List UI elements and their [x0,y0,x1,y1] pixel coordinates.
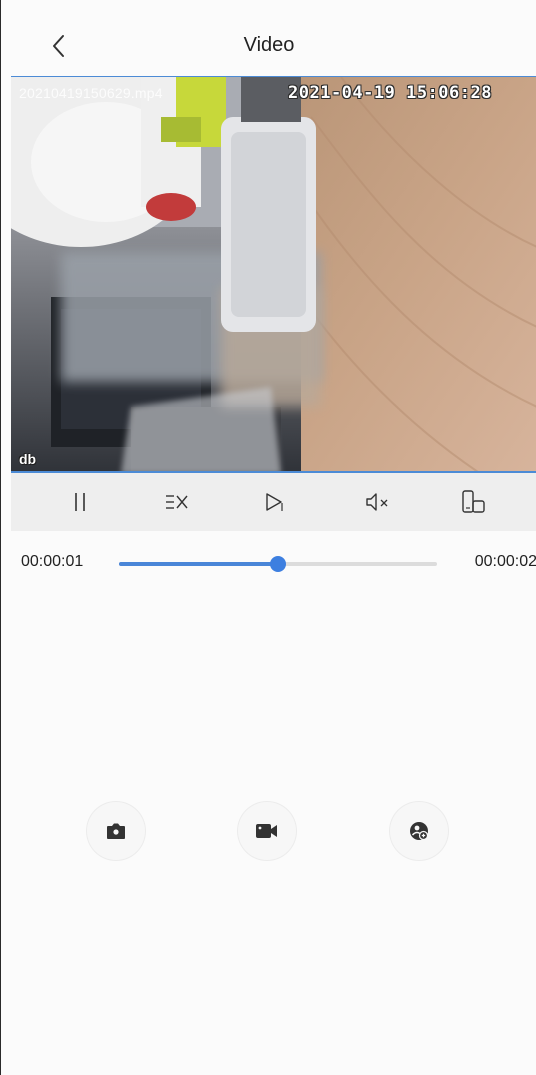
share-button[interactable] [390,802,448,860]
page-title: Video [243,34,295,56]
video-timestamp: 2021-04-19 15:06:28 [288,83,492,103]
snapshot-button[interactable] [87,802,145,860]
video-player[interactable]: 20210419150629.mp4 2021-04-19 15:06:28 d… [11,76,536,473]
video-frame [11,77,536,471]
speed-button[interactable] [157,482,197,522]
speed-icon [166,495,188,509]
top-bar: Video [1,0,536,78]
mute-icon [366,493,388,511]
next-frame-icon [266,493,283,511]
next-frame-button[interactable] [254,482,294,522]
video-screen: Video 20210419150629.mp4 2021-04-19 15:0… [0,0,536,1075]
progress-fill [119,562,278,566]
pause-button[interactable] [60,482,100,522]
rotate-screen-button[interactable] [453,482,493,522]
pause-icon [75,493,85,511]
video-record-icon [256,824,277,838]
video-badge: db [19,451,37,467]
progress-track[interactable] [119,556,437,572]
rotate-screen-icon [462,490,485,513]
mute-button[interactable] [358,482,398,522]
record-button[interactable] [238,802,296,860]
video-filename: 20210419150629.mp4 [19,85,163,101]
progress-row: 00:00:01 00:00:02 [11,548,536,578]
progress-thumb[interactable] [270,556,286,572]
playback-controls [11,473,536,531]
share-icon [410,822,429,841]
total-time: 00:00:02 [474,553,536,570]
camera-icon [107,823,125,839]
current-time: 00:00:01 [21,553,84,570]
